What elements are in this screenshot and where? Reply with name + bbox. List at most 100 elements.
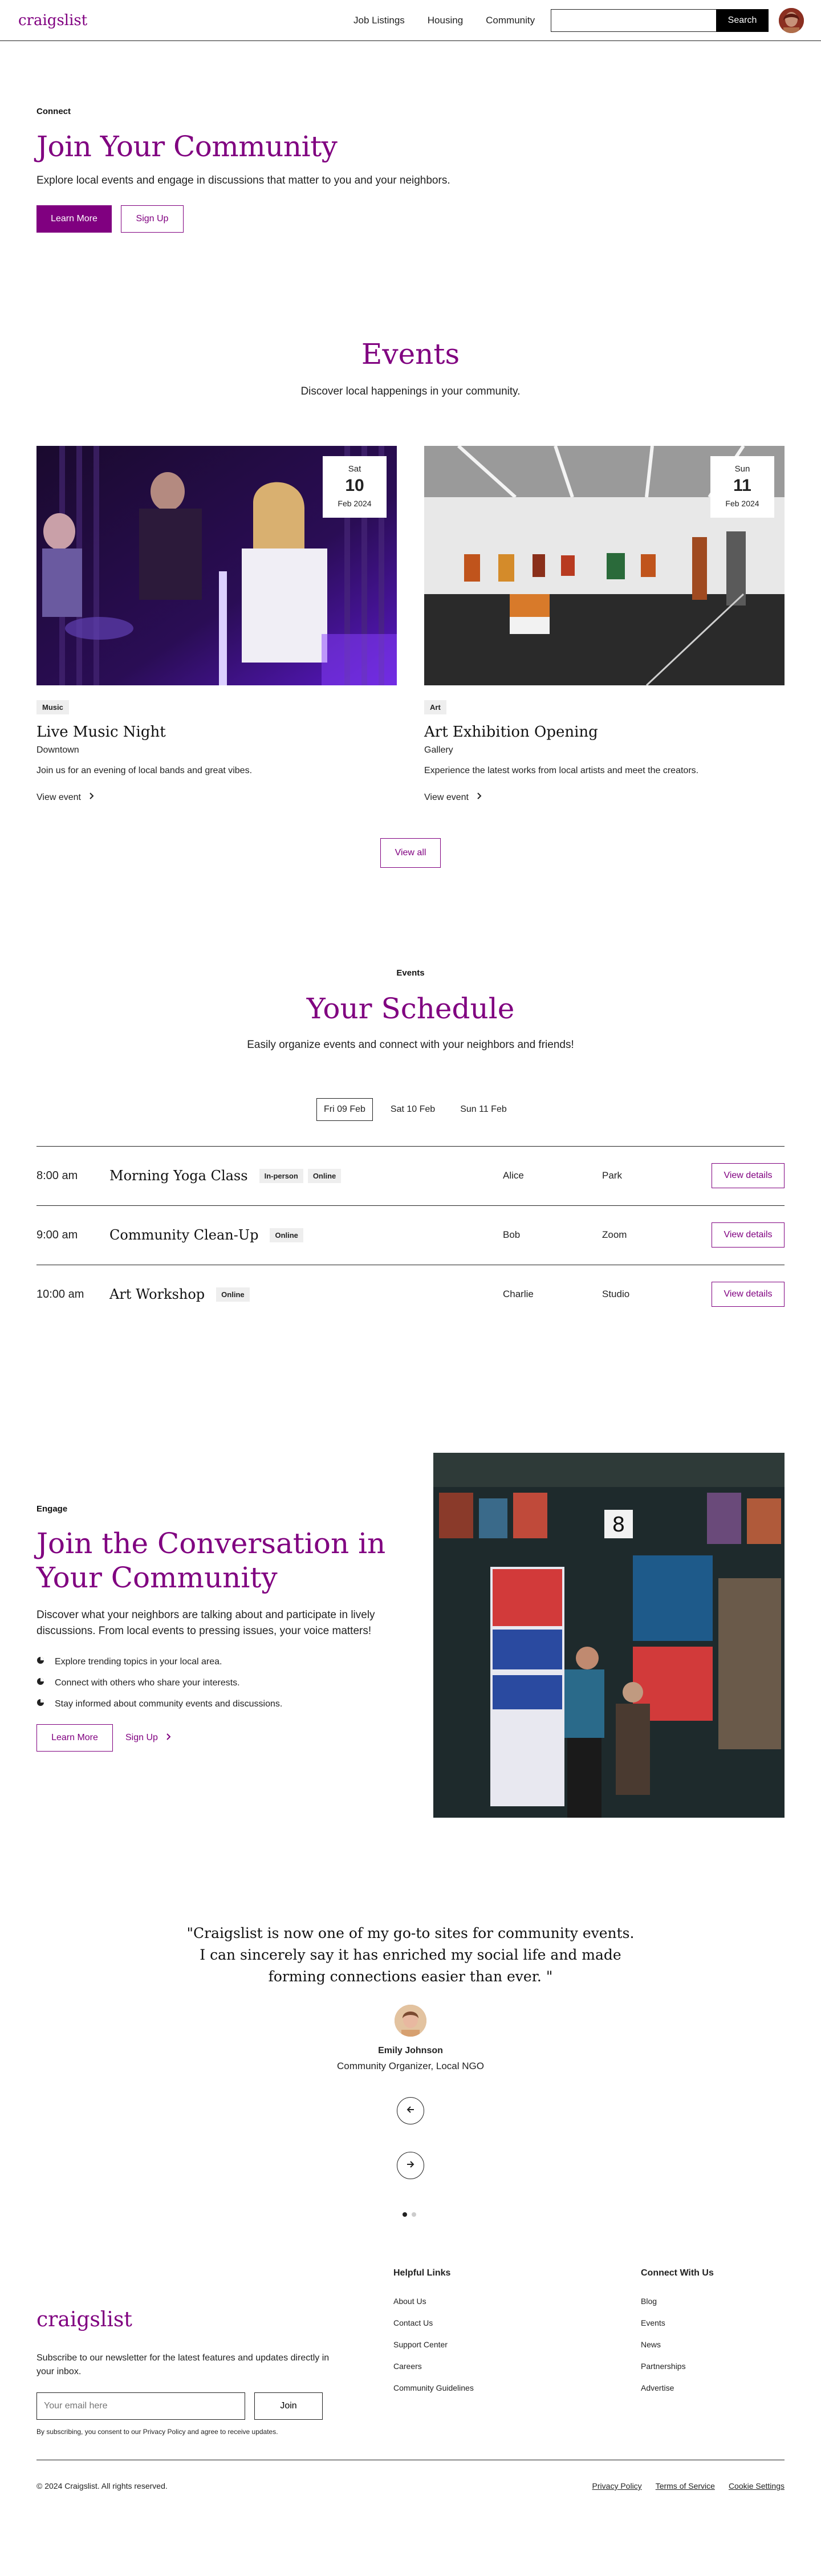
event-image-art: Sun 11 Feb 2024 (424, 446, 785, 685)
schedule-title-text: Community Clean-Up (109, 1227, 259, 1243)
event-title[interactable]: Live Music Night (36, 724, 397, 741)
schedule-title-text: Morning Yoga Class (109, 1168, 248, 1184)
list-item: Explore trending topics in your local ar… (36, 1656, 401, 1667)
view-all-button[interactable]: View all (380, 838, 441, 868)
testimonial-quote: "Craigslist is now one of my go-to sites… (186, 1925, 635, 1985)
footer-link-about-us[interactable]: About Us (393, 2297, 474, 2306)
site-logo[interactable]: craigslist (18, 12, 87, 29)
carousel-dot-active[interactable] (403, 2212, 407, 2217)
event-date-dow: Sun (734, 464, 750, 474)
schedule-title-text: Art Workshop (109, 1286, 205, 1302)
tab-fri-09-feb[interactable]: Fri 09 Feb (316, 1098, 373, 1121)
privacy-policy-link[interactable]: Privacy Policy (592, 2481, 642, 2490)
email-field[interactable] (36, 2392, 245, 2420)
search-input[interactable] (551, 9, 716, 32)
event-date-month: Feb 2024 (338, 499, 372, 508)
site-header: craigslist Job Listings Housing Communit… (0, 0, 821, 41)
schedule-host: Charlie (503, 1289, 534, 1299)
footer-logo[interactable]: craigslist (36, 2308, 132, 2331)
schedule-place: Zoom (602, 1229, 627, 1240)
event-date-dow: Sat (348, 464, 361, 474)
bullet-text: Connect with others who share your inter… (55, 1677, 240, 1688)
footer-link-contact-us[interactable]: Contact Us (393, 2318, 474, 2327)
view-event-label: View event (424, 792, 469, 802)
view-event-link[interactable]: View event (424, 792, 785, 803)
footer-link-news[interactable]: News (641, 2340, 714, 2349)
learn-more-button[interactable]: Learn More (36, 205, 112, 233)
footer-link-blog[interactable]: Blog (641, 2297, 714, 2306)
newsletter-fine-print: By subscribing, you consent to our Priva… (36, 2428, 278, 2436)
sign-up-button[interactable]: Sign Up (121, 205, 184, 233)
event-title[interactable]: Art Exhibition Opening (424, 724, 785, 741)
newsstand-image: 8 (433, 1453, 785, 1818)
footer-link-careers[interactable]: Careers (393, 2362, 474, 2371)
copyright: © 2024 Craigslist. All rights reserved. (36, 2481, 168, 2490)
conversation-section: Engage Join the Conversation in Your Com… (36, 1504, 401, 1752)
event-tag: Music (36, 700, 69, 714)
cookie-settings-link[interactable]: Cookie Settings (729, 2481, 785, 2490)
event-date: Sun 11 Feb 2024 (710, 456, 774, 518)
list-item: Stay informed about community events and… (36, 1699, 401, 1709)
schedule-row: 8:00 am Morning Yoga Class In-person Onl… (36, 1147, 785, 1205)
events-title: Events (361, 338, 460, 371)
schedule-place: Studio (602, 1289, 630, 1299)
nav-job-listings[interactable]: Job Listings (353, 15, 405, 26)
svg-text:8: 8 (612, 1513, 625, 1537)
bullet-icon (36, 1677, 44, 1688)
conversation-eyebrow: Engage (36, 1504, 68, 1514)
previous-button[interactable] (397, 2097, 424, 2124)
view-event-label: View event (36, 792, 81, 802)
footer-link-support-center[interactable]: Support Center (393, 2340, 474, 2349)
join-button[interactable]: Join (254, 2392, 323, 2420)
footer-link-community-guidelines[interactable]: Community Guidelines (393, 2383, 474, 2392)
terms-of-service-link[interactable]: Terms of Service (656, 2481, 715, 2490)
conversation-buttons: Learn More Sign Up (36, 1724, 401, 1752)
hero-eyebrow: Connect (36, 107, 71, 116)
bullet-icon (36, 1656, 44, 1667)
event-image-music: Sat 10 Feb 2024 (36, 446, 397, 685)
event-date-month: Feb 2024 (725, 499, 759, 508)
footer-link-events[interactable]: Events (641, 2318, 714, 2327)
carousel-dot[interactable] (412, 2212, 416, 2217)
bullet-text: Stay informed about community events and… (55, 1699, 283, 1709)
next-button[interactable] (397, 2152, 424, 2179)
event-location: Gallery (424, 745, 453, 755)
schedule-tag: Online (307, 1168, 342, 1183)
event-card[interactable]: Sat 10 Feb 2024 Music Live Music Night D… (36, 446, 397, 803)
tab-sat-10-feb[interactable]: Sat 10 Feb (383, 1098, 442, 1121)
arrow-right-icon (405, 2159, 416, 2172)
learn-more-button[interactable]: Learn More (36, 1724, 113, 1752)
event-tag: Art (424, 700, 446, 714)
event-location: Downtown (36, 745, 79, 755)
schedule-time: 9:00 am (36, 1228, 78, 1241)
tab-sun-11-feb[interactable]: Sun 11 Feb (453, 1098, 514, 1121)
sign-up-link[interactable]: Sign Up (125, 1733, 172, 1744)
chevron-right-icon (89, 792, 95, 803)
schedule-subtitle: Easily organize events and connect with … (247, 1039, 574, 1051)
events-subtitle: Discover local happenings in your commun… (300, 385, 521, 397)
view-details-button[interactable]: View details (712, 1222, 785, 1248)
bullet-text: Explore trending topics in your local ar… (55, 1656, 222, 1667)
search-button[interactable]: Search (716, 9, 769, 32)
testimonial-name: Emily Johnson (378, 2046, 443, 2055)
main-nav: Job Listings Housing Community (353, 0, 535, 41)
nav-housing[interactable]: Housing (428, 15, 463, 26)
user-avatar[interactable] (779, 8, 804, 33)
list-item: Connect with others who share your inter… (36, 1677, 401, 1688)
event-date-day: 10 (345, 476, 364, 495)
hero-title: Join Your Community (36, 130, 338, 163)
footer-link-partnerships[interactable]: Partnerships (641, 2362, 714, 2371)
view-details-button[interactable]: View details (712, 1163, 785, 1188)
testimonial-avatar (395, 2005, 426, 2037)
hero-buttons: Learn More Sign Up (36, 205, 450, 233)
footer-link-advertise[interactable]: Advertise (641, 2383, 714, 2392)
schedule-time: 10:00 am (36, 1287, 84, 1301)
schedule-tag: Online (270, 1228, 303, 1242)
bullet-icon (36, 1699, 44, 1709)
view-event-link[interactable]: View event (36, 792, 397, 803)
view-details-button[interactable]: View details (712, 1282, 785, 1307)
event-card[interactable]: Sun 11 Feb 2024 Art Art Exhibition Openi… (424, 446, 785, 803)
nav-community[interactable]: Community (486, 15, 535, 26)
arrow-left-icon (405, 2104, 416, 2118)
schedule-host: Bob (503, 1229, 521, 1240)
